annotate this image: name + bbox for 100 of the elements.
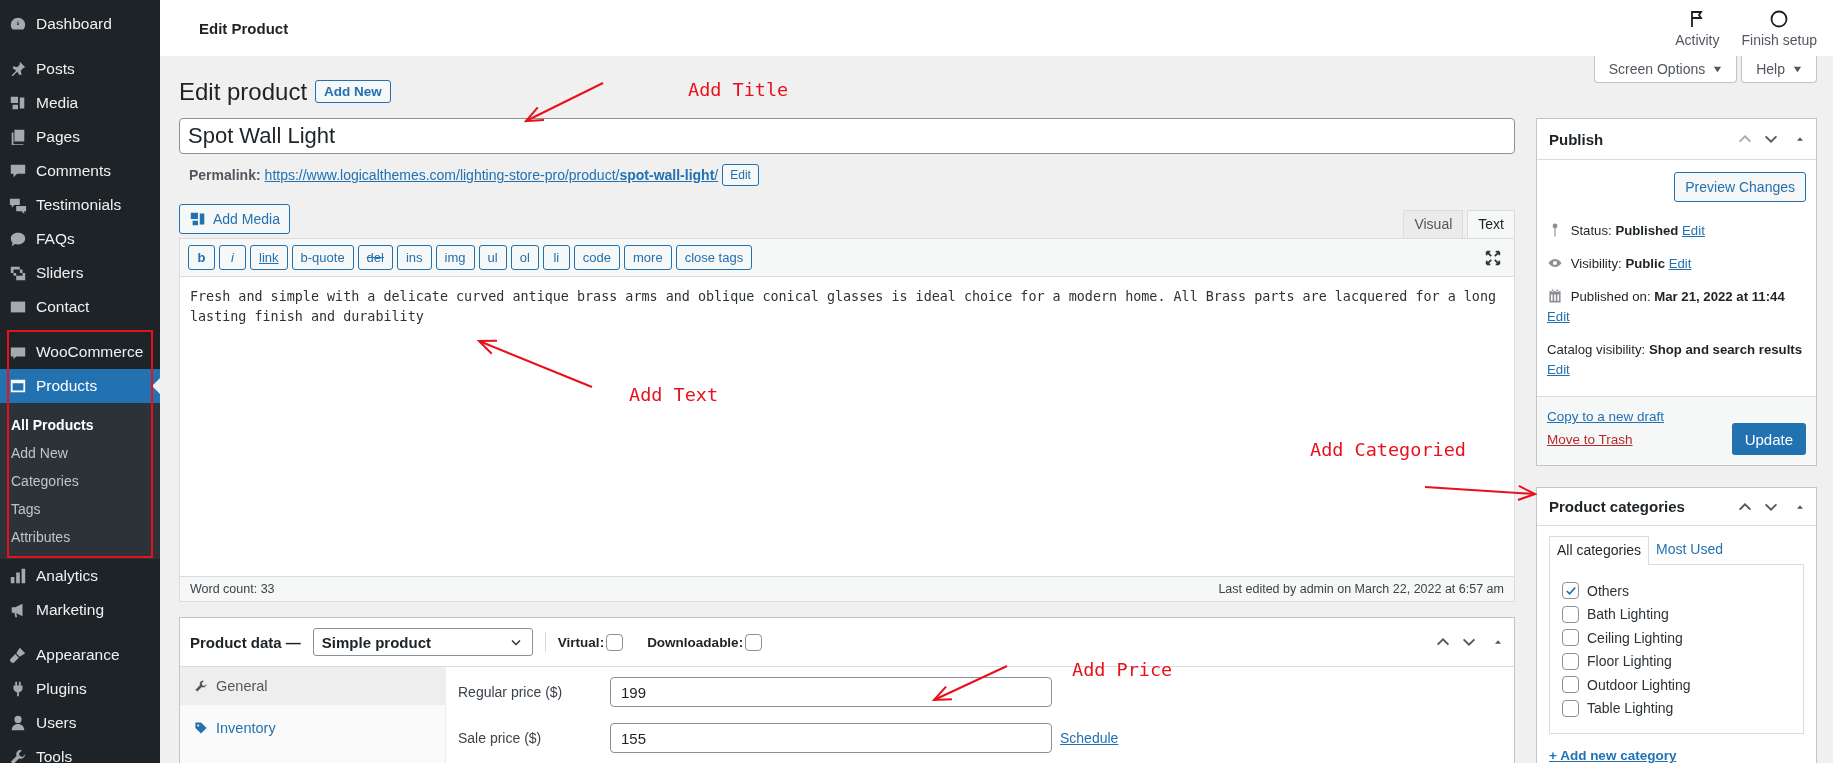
- permalink-link[interactable]: https://www.logicalthemes.com/lighting-store-pro/product/spot-wall-light/: [264, 167, 719, 183]
- edit-link[interactable]: Edit: [1547, 362, 1570, 377]
- category-tab[interactable]: All categories: [1549, 536, 1650, 565]
- schedule-link[interactable]: Schedule: [1060, 730, 1119, 746]
- sidebar-item[interactable]: Products: [0, 369, 160, 403]
- checkbox[interactable]: [1562, 605, 1579, 623]
- update-button[interactable]: Update: [1731, 423, 1806, 455]
- product-data-tab[interactable]: Inventory: [180, 709, 445, 747]
- edit-link[interactable]: Edit: [1668, 256, 1692, 271]
- category-label: Bath Lighting: [1587, 606, 1669, 623]
- speech-bubbles-icon: [9, 196, 27, 214]
- window-icon: [9, 377, 27, 395]
- sidebar-item[interactable]: Sliders: [0, 256, 160, 290]
- permalink-label: Permalink:: [189, 167, 261, 183]
- sidebar-item[interactable]: Users: [0, 706, 160, 740]
- format-button[interactable]: img: [435, 245, 475, 270]
- format-button[interactable]: more: [624, 245, 672, 270]
- sidebar-item[interactable]: Posts: [0, 52, 160, 86]
- format-button[interactable]: ol: [510, 245, 539, 270]
- page-heading: Edit product: [179, 77, 308, 106]
- sidebar-item[interactable]: Media: [0, 86, 160, 120]
- format-button[interactable]: b-quote: [291, 245, 354, 270]
- price-field[interactable]: 199: [610, 677, 1052, 707]
- format-button[interactable]: code: [573, 245, 620, 270]
- screen-options-button[interactable]: Screen Options: [1593, 56, 1738, 83]
- format-button[interactable]: ul: [478, 245, 507, 270]
- sidebar-item[interactable]: Marketing: [0, 593, 160, 627]
- caret-icon: [1713, 64, 1723, 74]
- circle-icon: [1769, 8, 1790, 29]
- sidebar-item[interactable]: Plugins: [0, 672, 160, 706]
- trash-link[interactable]: Move to Trash: [1547, 432, 1665, 447]
- calendar-icon: [1547, 288, 1563, 304]
- category-tab[interactable]: Most Used: [1649, 536, 1730, 564]
- box-title: Publish: [1549, 130, 1604, 148]
- add-category-link[interactable]: + Add new category: [1549, 748, 1677, 763]
- sidebar-item[interactable]: Dashboard: [0, 7, 160, 41]
- category-label: Ceiling Lighting: [1587, 629, 1683, 646]
- submenu-item[interactable]: Categories: [0, 467, 160, 495]
- format-button[interactable]: ins: [396, 245, 432, 270]
- chat-bubble-icon: [9, 230, 27, 248]
- format-button[interactable]: close tags: [675, 245, 753, 270]
- format-button[interactable]: link: [250, 245, 288, 270]
- format-button[interactable]: b: [188, 245, 215, 270]
- edit-link[interactable]: Edit: [1682, 223, 1705, 238]
- content-text[interactable]: Fresh and simple with a delicate curved antique brass arms and oblique conical glasses is ideal choice for a modern home. All Brass parts are lacquered for a long lasting finish and durability: [190, 287, 1504, 327]
- pushpin-icon: [9, 60, 27, 78]
- submenu-item[interactable]: Tags: [0, 495, 160, 523]
- checkbox[interactable]: [1562, 699, 1579, 717]
- category-label: Table Lighting: [1587, 700, 1674, 717]
- sidebar-item[interactable]: Appearance: [0, 638, 160, 672]
- editor-tab[interactable]: Text: [1467, 210, 1515, 238]
- wrench-icon: [194, 679, 208, 693]
- add-media-button[interactable]: Add Media: [179, 204, 290, 234]
- product-type-select[interactable]: Simple product: [312, 628, 533, 656]
- publish-setting: Visibility: Public Edit: [1547, 247, 1806, 280]
- checkbox[interactable]: [1562, 676, 1579, 694]
- format-button[interactable]: i: [219, 245, 246, 270]
- option-label: Downloadable:: [647, 634, 744, 650]
- toolbar-action[interactable]: Activity: [1675, 8, 1720, 48]
- title-field[interactable]: Spot Wall Light: [179, 118, 1515, 154]
- submenu-item[interactable]: All Products: [0, 411, 160, 439]
- fullscreen-icon[interactable]: [1484, 248, 1502, 267]
- checkbox[interactable]: [1562, 582, 1579, 600]
- format-button[interactable]: li: [542, 245, 570, 270]
- sidebar-item[interactable]: WooCommerce: [0, 335, 160, 369]
- edit-button[interactable]: Edit: [722, 164, 759, 186]
- brush-icon: [9, 646, 27, 664]
- price-field[interactable]: 155: [610, 723, 1052, 753]
- preview-changes-button[interactable]: Preview Changes: [1674, 172, 1806, 202]
- sidebar-item[interactable]: Testimonials: [0, 188, 160, 222]
- copy-draft-link[interactable]: Copy to a new draft: [1547, 409, 1665, 424]
- submenu-item[interactable]: Attributes: [0, 523, 160, 551]
- pages-icon: [9, 128, 27, 146]
- sidebar-item[interactable]: Comments: [0, 154, 160, 188]
- edit-link[interactable]: Edit: [1547, 309, 1570, 324]
- editor-tab[interactable]: Visual: [1403, 210, 1464, 238]
- product-data-label: Product data —: [190, 633, 301, 651]
- sidebar-item[interactable]: FAQs: [0, 222, 160, 256]
- category-label: Others: [1587, 582, 1629, 599]
- screen-options-button[interactable]: Help: [1741, 56, 1817, 83]
- media-icon: [189, 210, 207, 228]
- format-button[interactable]: del: [357, 245, 393, 270]
- sidebar-item[interactable]: Analytics: [0, 559, 160, 593]
- toolbar-action[interactable]: Finish setup: [1741, 8, 1817, 48]
- word-count: Word count: 33: [190, 582, 275, 596]
- checkbox[interactable]: [1562, 629, 1579, 647]
- sidebar-item[interactable]: Contact: [0, 290, 160, 324]
- checkbox[interactable]: [1562, 652, 1579, 670]
- stacked-images-icon: [9, 264, 27, 282]
- last-edited-note: Last edited by admin on March 22, 2022 at 6:57 am: [1218, 582, 1504, 596]
- publish-setting: Catalog visibility: Shop and search results Edit: [1547, 341, 1804, 379]
- product-data-tab[interactable]: General: [180, 667, 445, 705]
- sidebar-item[interactable]: Tools: [0, 740, 160, 763]
- bar-chart-icon: [9, 567, 27, 585]
- checkbox[interactable]: [745, 633, 763, 651]
- checkbox[interactable]: [606, 633, 624, 651]
- add-new-button[interactable]: Add New: [315, 80, 391, 103]
- annotation-label: Add Text: [629, 384, 719, 405]
- submenu-item[interactable]: Add New: [0, 439, 160, 467]
- sidebar-item[interactable]: Pages: [0, 120, 160, 154]
